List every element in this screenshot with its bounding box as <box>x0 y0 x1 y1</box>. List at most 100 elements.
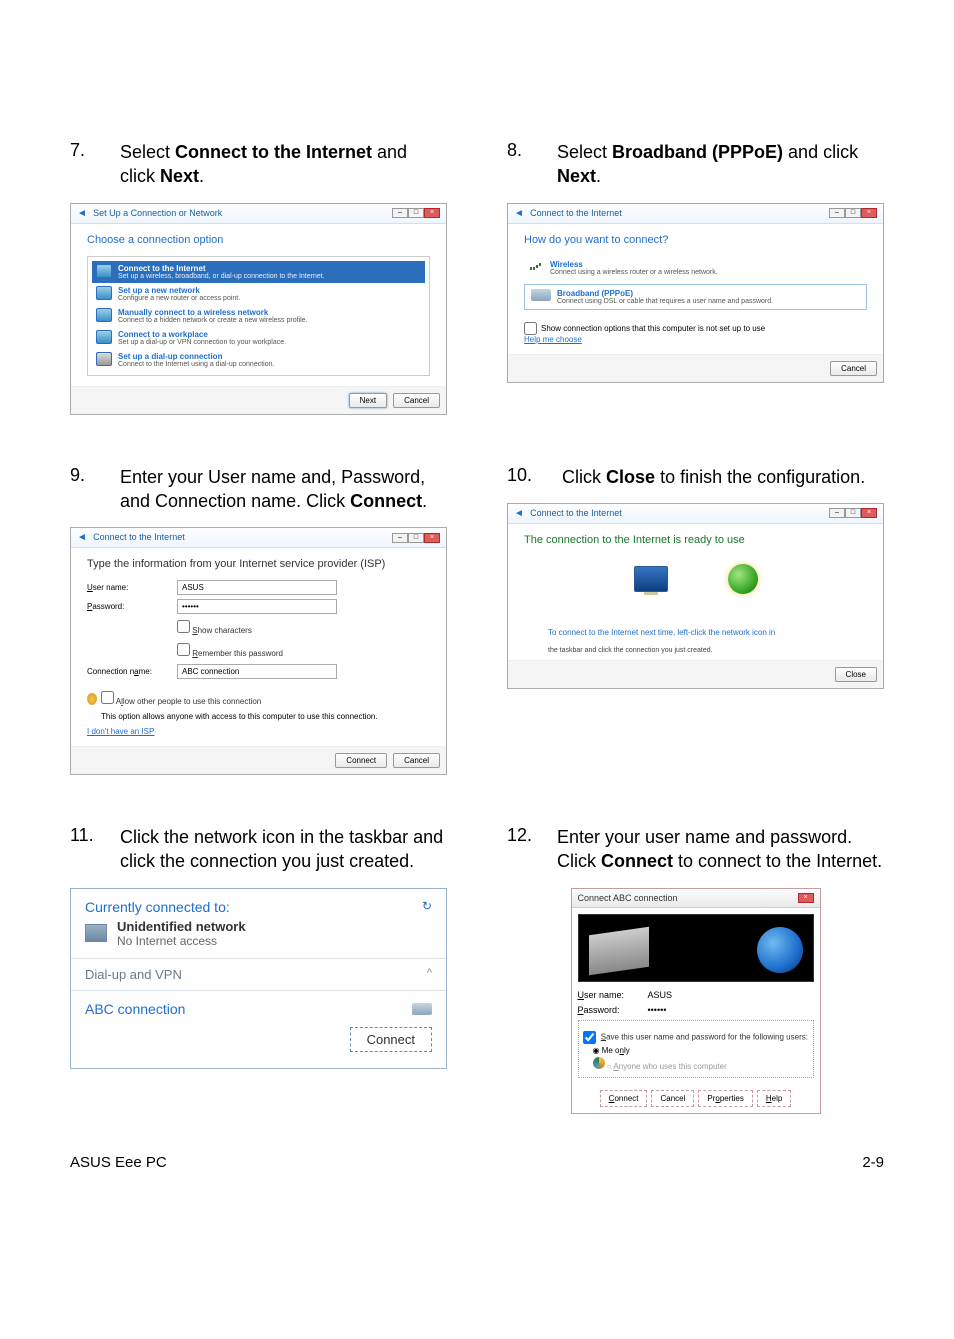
step-text: Select Connect to the Internet and click… <box>120 140 447 189</box>
back-icon[interactable]: ◄ <box>77 532 87 543</box>
cancel-button[interactable]: Cancel <box>830 361 877 376</box>
step-number: 8. <box>507 140 527 189</box>
step-number: 10. <box>507 465 532 489</box>
option-list: Connect to the InternetSet up a wireless… <box>87 256 430 376</box>
close-button[interactable]: × <box>861 508 877 518</box>
username-label: UUser name:ser name: <box>87 583 177 592</box>
max-button[interactable]: □ <box>408 533 424 543</box>
laptop-icon <box>589 927 649 975</box>
password-label: Password: <box>578 1005 648 1015</box>
dialog-heading: Choose a connection option <box>87 234 430 246</box>
show-options-checkbox[interactable] <box>524 322 537 335</box>
connection-name-input[interactable]: ABC connection <box>177 664 337 679</box>
next-button[interactable]: Next <box>349 393 387 408</box>
password-input[interactable]: •••••• <box>177 599 337 614</box>
step-text: Enter your User name and, Password, and … <box>120 465 447 514</box>
screenshot-setup-connection: ◄ Set Up a Connection or Network – □ × C… <box>70 203 447 415</box>
modem-icon <box>412 1003 432 1015</box>
allow-others-checkbox[interactable] <box>101 691 114 704</box>
min-button[interactable]: – <box>829 508 845 518</box>
globe-icon <box>96 264 112 278</box>
wifi-icon <box>96 308 112 322</box>
connect-button[interactable]: Connect <box>600 1090 648 1107</box>
cancel-button[interactable]: Cancel <box>651 1090 694 1107</box>
page-number: 2-9 <box>862 1154 884 1171</box>
min-button[interactable]: – <box>829 208 845 218</box>
cancel-button[interactable]: Cancel <box>393 393 440 408</box>
username-input[interactable]: ASUS <box>648 990 673 1001</box>
step-number: 7. <box>70 140 90 189</box>
properties-button[interactable]: Properties <box>698 1090 752 1107</box>
option-new-network[interactable]: Set up a new networkConfigure a new rout… <box>92 283 425 305</box>
connect-dialog: Connect ABC connection × User name: ASUS… <box>571 888 821 1114</box>
remember-password-checkbox[interactable] <box>177 643 190 656</box>
window-title: Set Up a Connection or Network <box>93 208 222 218</box>
cancel-button[interactable]: Cancel <box>393 753 440 768</box>
password-input[interactable]: •••••• <box>648 1005 667 1016</box>
step-number: 9. <box>70 465 90 514</box>
screenshot-ready: ◄ Connect to the Internet – □ × The conn… <box>507 503 884 689</box>
password-label: Password: <box>87 602 177 611</box>
step-text: Click Close to finish the configuration. <box>562 465 865 489</box>
step-text: Select Broadband (PPPoE) and click Next. <box>557 140 884 189</box>
dialog-heading: How do you want to connect? <box>524 234 867 246</box>
option-broadband[interactable]: Broadband (PPPoE)Connect using DSL or ca… <box>524 284 867 310</box>
earth-icon <box>757 927 803 973</box>
help-button[interactable]: Help <box>757 1090 791 1107</box>
connection-item[interactable]: ABC connection <box>85 1001 432 1017</box>
back-icon[interactable]: ◄ <box>77 208 87 219</box>
option-connect-internet[interactable]: Connect to the InternetSet up a wireless… <box>92 261 425 283</box>
step-text: Enter your user name and password. Click… <box>557 825 884 874</box>
min-button[interactable]: – <box>392 208 408 218</box>
uac-icon <box>593 1057 605 1069</box>
animation-area <box>578 914 814 982</box>
phone-icon <box>96 352 112 366</box>
radio-anyone[interactable]: ○ Anyone who uses this computer <box>593 1057 809 1071</box>
allow-others-desc: This option allows anyone with access to… <box>101 712 430 721</box>
monitor-icon <box>634 566 668 592</box>
option-dialup[interactable]: Set up a dial-up connectionConnect to th… <box>92 349 425 371</box>
step-text: Click the network icon in the taskbar an… <box>120 825 447 874</box>
min-button[interactable]: – <box>392 533 408 543</box>
option-wireless[interactable]: WirelessConnect using a wireless router … <box>524 256 867 280</box>
no-isp-link[interactable]: I don't have an ISP <box>87 727 154 736</box>
username-input[interactable]: ASUS <box>177 580 337 595</box>
max-button[interactable]: □ <box>408 208 424 218</box>
network-icon <box>85 924 107 942</box>
flyout-title: Currently connected to: <box>85 899 230 915</box>
router-icon <box>96 286 112 300</box>
close-button[interactable]: × <box>861 208 877 218</box>
screenshot-isp-info: ◄ Connect to the Internet – □ × Type the… <box>70 527 447 775</box>
category-dialup-vpn[interactable]: Dial-up and VPN ^ <box>71 959 446 991</box>
modem-icon <box>531 289 551 301</box>
option-workplace[interactable]: Connect to a workplaceSet up a dial-up o… <box>92 327 425 349</box>
close-button[interactable]: × <box>424 208 440 218</box>
window-title: Connect to the Internet <box>530 208 622 218</box>
back-icon[interactable]: ◄ <box>514 508 524 519</box>
option-manual-wireless[interactable]: Manually connect to a wireless networkCo… <box>92 305 425 327</box>
window-title: Connect to the Internet <box>93 532 185 542</box>
ready-graphic <box>508 556 883 624</box>
close-button[interactable]: × <box>798 893 814 903</box>
save-credentials-checkbox[interactable] <box>583 1031 596 1044</box>
close-button[interactable]: Close <box>835 667 877 682</box>
max-button[interactable]: □ <box>845 208 861 218</box>
close-button[interactable]: × <box>424 533 440 543</box>
globe-icon <box>728 564 758 594</box>
show-characters-checkbox[interactable] <box>177 620 190 633</box>
chevron-up-icon: ^ <box>427 967 432 982</box>
footer-left: ASUS Eee PC <box>70 1154 167 1171</box>
hint-text-2: the taskbar and click the connection you… <box>508 647 883 660</box>
max-button[interactable]: □ <box>845 508 861 518</box>
window-title: Connect to the Internet <box>530 508 622 518</box>
connect-button[interactable]: Connect <box>350 1027 432 1052</box>
step-number: 12. <box>507 825 527 874</box>
dialog-title: Connect ABC connection <box>578 893 678 903</box>
connect-button[interactable]: Connect <box>335 753 387 768</box>
signal-icon <box>530 260 544 270</box>
connection-name-label: Connection name: <box>87 667 177 676</box>
radio-me-only[interactable]: ◉ Me only <box>593 1046 809 1055</box>
back-icon[interactable]: ◄ <box>514 208 524 219</box>
help-me-choose-link[interactable]: Help me choose <box>524 335 582 344</box>
refresh-icon[interactable]: ↻ <box>422 899 432 913</box>
